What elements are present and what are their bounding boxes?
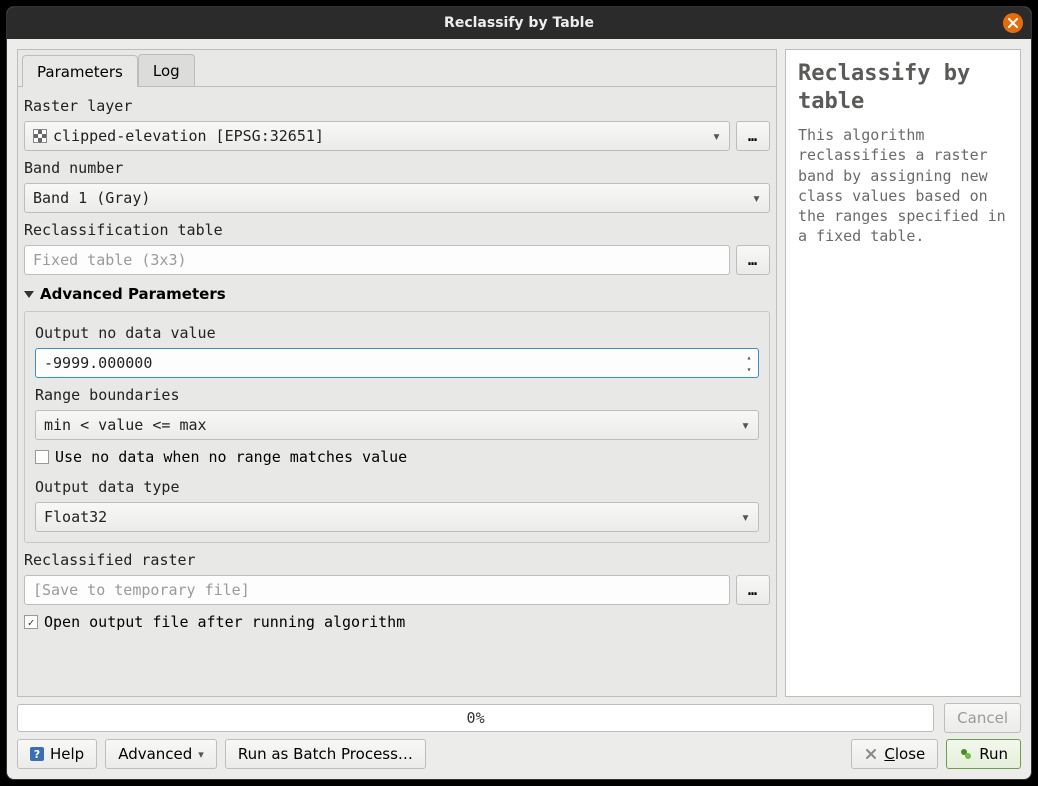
label-reclass-table: Reclassification table xyxy=(24,217,770,241)
progress-row: 0% Cancel xyxy=(17,703,1021,733)
parameters-form: Raster layer clipped-elevation [EPSG:326… xyxy=(18,86,776,696)
label-band-number: Band number xyxy=(24,155,770,179)
out-nodata-value: -9999.000000 xyxy=(44,354,152,372)
raster-icon xyxy=(33,129,47,143)
raster-layer-combo[interactable]: clipped-elevation [EPSG:32651] ▾ xyxy=(24,121,730,151)
open-after-row: ✓ Open output file after running algorit… xyxy=(24,609,770,635)
tab-log[interactable]: Log xyxy=(138,54,195,86)
run-icon xyxy=(959,747,973,761)
out-nodata-spinbox[interactable]: -9999.000000 ▴ ▾ xyxy=(35,348,759,378)
chevron-down-icon: ▾ xyxy=(741,508,750,526)
triangle-down-icon xyxy=(24,291,34,298)
label-reclassified: Reclassified raster xyxy=(24,547,770,571)
use-nodata-label: Use no data when no range matches value xyxy=(55,448,407,466)
label-range-boundaries: Range boundaries xyxy=(35,382,759,406)
help-icon: ? xyxy=(30,747,44,761)
advanced-button[interactable]: Advanced ▾ xyxy=(105,739,217,769)
window-title: Reclassify by Table xyxy=(444,15,594,31)
label-out-dtype: Output data type xyxy=(35,474,759,498)
close-label: Close xyxy=(884,745,925,763)
label-out-nodata: Output no data value xyxy=(35,320,759,344)
window-close-button[interactable] xyxy=(1003,13,1023,33)
spin-stepper: ▴ ▾ xyxy=(742,351,756,375)
use-nodata-checkbox[interactable] xyxy=(35,450,49,464)
raster-layer-value: clipped-elevation [EPSG:32651] xyxy=(53,127,324,145)
help-panel: Reclassify by table This algorithm recla… xyxy=(785,49,1021,697)
advanced-title: Advanced Parameters xyxy=(40,285,226,303)
chevron-down-icon: ▾ xyxy=(198,748,204,761)
label-raster-layer: Raster layer xyxy=(24,93,770,117)
button-row: ? Help Advanced ▾ Run as Batch Process… … xyxy=(17,739,1021,769)
progress-text: 0% xyxy=(467,709,485,727)
band-number-combo[interactable]: Band 1 (Gray) ▾ xyxy=(24,183,770,213)
chevron-down-icon: ▾ xyxy=(752,189,761,207)
spin-up-button[interactable]: ▴ xyxy=(742,351,756,363)
reclassified-placeholder: [Save to temporary file] xyxy=(33,581,250,599)
reclass-table-placeholder: Fixed table (3x3) xyxy=(33,251,187,269)
out-dtype-value: Float32 xyxy=(44,508,107,526)
spin-down-button[interactable]: ▾ xyxy=(742,363,756,375)
range-boundaries-combo[interactable]: min < value <= max ▾ xyxy=(35,410,759,440)
advanced-disclosure[interactable]: Advanced Parameters xyxy=(24,279,770,307)
close-button[interactable]: Close xyxy=(851,739,938,769)
progress-bar: 0% xyxy=(17,704,934,732)
tab-parameters[interactable]: Parameters xyxy=(22,55,138,87)
out-dtype-combo[interactable]: Float32 ▾ xyxy=(35,502,759,532)
parameters-panel: Parameters Log Raster layer clipped-elev… xyxy=(17,49,777,697)
close-icon xyxy=(864,747,878,761)
dialog-window: Reclassify by Table Parameters Log Raste… xyxy=(6,6,1032,780)
chevron-down-icon: ▾ xyxy=(741,416,750,434)
titlebar: Reclassify by Table xyxy=(7,7,1031,39)
chevron-down-icon: ▾ xyxy=(712,127,721,145)
advanced-group: Output no data value -9999.000000 ▴ ▾ Ra… xyxy=(24,311,770,543)
help-body: This algorithm reclassifies a raster ban… xyxy=(798,125,1008,247)
open-after-label: Open output file after running algorithm xyxy=(44,613,405,631)
band-number-value: Band 1 (Gray) xyxy=(33,189,150,207)
reclassified-browse-button[interactable]: … xyxy=(736,575,770,605)
cancel-button: Cancel xyxy=(944,703,1021,733)
raster-layer-browse-button[interactable]: … xyxy=(736,121,770,151)
help-button[interactable]: ? Help xyxy=(17,739,97,769)
reclass-table-field[interactable]: Fixed table (3x3) xyxy=(24,245,730,275)
help-title: Reclassify by table xyxy=(798,60,1008,115)
dialog-body: Parameters Log Raster layer clipped-elev… xyxy=(7,39,1031,779)
use-nodata-row: Use no data when no range matches value xyxy=(35,444,759,470)
open-after-checkbox[interactable]: ✓ xyxy=(24,615,38,629)
range-boundaries-value: min < value <= max xyxy=(44,416,207,434)
upper-row: Parameters Log Raster layer clipped-elev… xyxy=(17,49,1021,697)
run-button[interactable]: Run xyxy=(946,739,1021,769)
reclass-table-edit-button[interactable]: … xyxy=(736,245,770,275)
run-batch-button[interactable]: Run as Batch Process… xyxy=(225,739,426,769)
reclassified-output-field[interactable]: [Save to temporary file] xyxy=(24,575,730,605)
tab-bar: Parameters Log xyxy=(18,50,776,86)
